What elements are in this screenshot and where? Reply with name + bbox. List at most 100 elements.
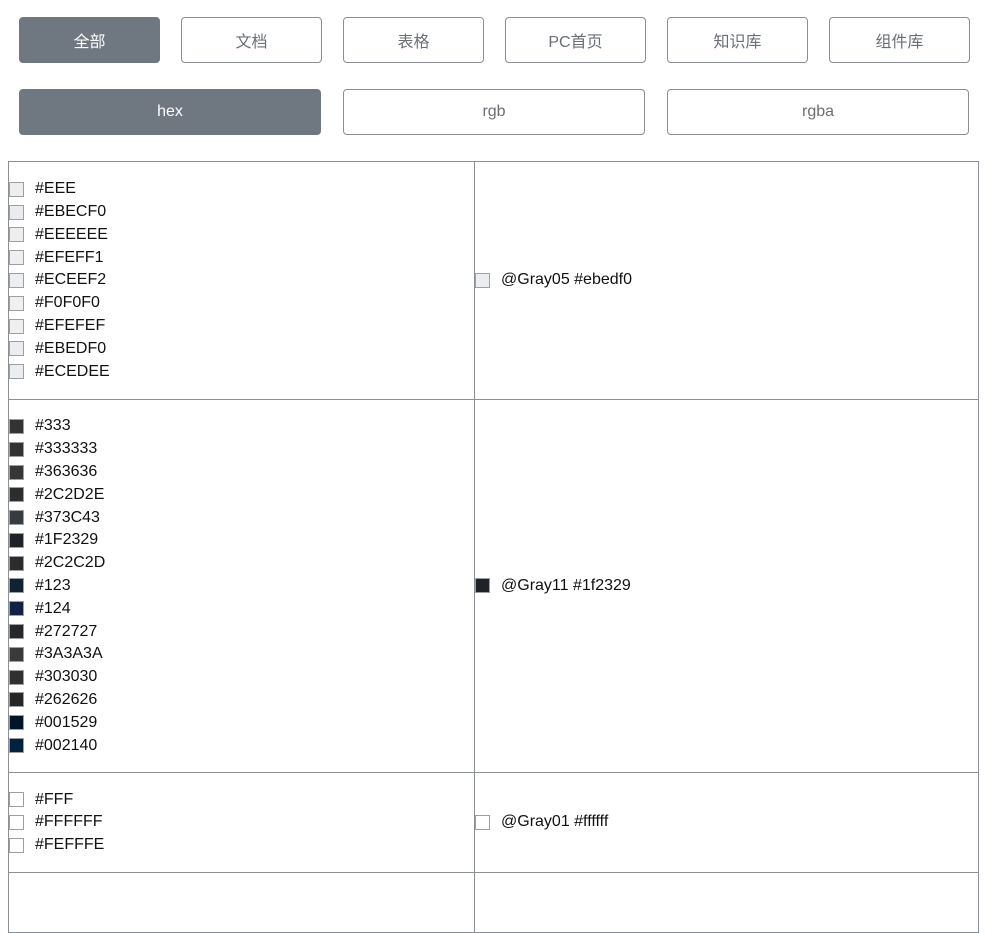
color-swatch [475,272,490,288]
color-swatch [9,692,24,708]
color-code: #123 [35,576,71,594]
color-swatch [9,669,24,685]
tab-rgba[interactable]: rgba [667,89,969,135]
tab-docs[interactable]: 文档 [181,17,322,63]
color-swatch [9,441,24,457]
color-code: #FFFFFF [35,813,103,831]
color-item: #272727 [9,620,474,643]
color-item: #EFEFEF [9,315,474,338]
color-item: #FEFFFE [9,834,474,857]
variable-item: @Gray11 #1f2329 [475,575,978,598]
color-item: #2C2D2E [9,483,474,506]
color-swatch [9,646,24,662]
color-swatch [9,272,24,288]
tab-knowledge-base[interactable]: 知识库 [667,17,808,63]
color-swatch [9,555,24,571]
color-code: #363636 [35,463,98,480]
color-swatch [9,204,24,220]
color-swatch [9,715,24,731]
color-code: #FEFFFE [35,836,105,854]
color-swatch [9,318,24,334]
color-code: #333333 [35,440,98,458]
swatch-list: #FFF #FFFFFF #FEFFFE [9,788,474,856]
color-item: #EFEFF1 [9,246,474,269]
table-row: #FFF #FFFFFF #FEFFFE @Gray01 #ffffff [8,772,979,873]
color-code: #ECEEF2 [35,271,107,289]
color-code: #272727 [35,622,98,640]
color-code: #333 [35,417,71,435]
color-swatch [9,624,24,640]
color-item: #333333 [9,438,474,461]
color-swatch [9,578,24,594]
color-swatch [9,792,24,808]
variable-item: @Gray05 #ebedf0 [475,269,978,292]
variable-item: @Gray01 #ffffff [475,811,978,834]
hex-colors-cell: #EEE #EBECF0 #EEEEEE #EFEFF1 #ECEEF2 #F0F0F0 #… [8,161,475,400]
color-mapping-table: #EEE #EBECF0 #EEEEEE #EFEFF1 #ECEEF2 #F0F0F0 #… [8,161,979,933]
color-item: #EBEDF0 [9,337,474,360]
color-swatch [9,464,24,480]
color-code: #2C2C2D [35,554,106,572]
color-code: #002140 [35,736,98,754]
variable-cell [474,872,979,933]
tab-pc-home[interactable]: PC首页 [505,17,646,63]
color-swatch [9,418,24,434]
color-item: #001529 [9,711,474,734]
color-code: #303030 [35,668,98,686]
color-swatch [9,181,24,197]
format-tabs: hex rgb rgba [19,89,969,135]
tab-all[interactable]: 全部 [19,17,160,63]
hex-colors-cell: #333 #333333 #363636 #2C2D2E #373C43 #1F2329 #… [8,399,475,773]
color-code: #EFEFF1 [35,248,104,266]
color-swatch [9,814,24,830]
swatch-list: #333 #333333 #363636 #2C2D2E #373C43 #1F2329 #… [9,415,474,757]
color-code: #3A3A3A [35,645,103,663]
variable-label: @Gray05 #ebedf0 [501,271,632,289]
tab-sheets[interactable]: 表格 [343,17,484,63]
color-swatch [9,837,24,853]
color-swatch [9,510,24,526]
color-swatch [9,341,24,357]
color-item: #363636 [9,461,474,484]
table-row [8,872,979,933]
color-code: #F0F0F0 [35,294,100,312]
color-item: #333 [9,415,474,438]
hex-colors-cell: #FFF #FFFFFF #FEFFFE [8,772,475,873]
color-item: #EEE [9,178,474,201]
color-code: #EEE [35,180,76,198]
color-code: #EFEFEF [35,317,106,335]
variable-cell: @Gray01 #ffffff [474,772,979,873]
tab-hex[interactable]: hex [19,89,321,135]
tab-rgb[interactable]: rgb [343,89,645,135]
color-item: #EEEEEE [9,224,474,247]
variable-cell: @Gray11 #1f2329 [474,399,979,773]
color-swatch [475,578,490,594]
color-swatch [9,364,24,380]
color-item: #1F2329 [9,529,474,552]
color-item: #FFF [9,788,474,811]
color-code: #2C2D2E [35,485,105,503]
color-code: #1F2329 [35,531,99,549]
color-code: #ECEDEE [35,362,110,380]
color-item: #124 [9,597,474,620]
color-item: #373C43 [9,506,474,529]
color-code: #124 [35,599,71,617]
color-item: #3A3A3A [9,643,474,666]
color-code: #373C43 [35,508,100,526]
tab-component-library[interactable]: 组件库 [829,17,970,63]
color-swatch [475,814,490,830]
color-code: #001529 [35,713,98,731]
color-item: #EBECF0 [9,201,474,224]
category-tabs: 全部 文档 表格 PC首页 知识库 组件库 [19,17,970,63]
variable-label: @Gray01 #ffffff [501,813,609,831]
color-item: #F0F0F0 [9,292,474,315]
color-item: #303030 [9,666,474,689]
color-swatch [9,487,24,503]
color-code: #EBECF0 [35,203,107,221]
color-item: #ECEEF2 [9,269,474,292]
color-code: #262626 [35,690,98,708]
variable-label: @Gray11 #1f2329 [501,576,631,594]
color-swatch [9,601,24,617]
color-code: #FFF [35,790,74,808]
table-row: #EEE #EBECF0 #EEEEEE #EFEFF1 #ECEEF2 #F0F0F0 #… [8,161,979,400]
